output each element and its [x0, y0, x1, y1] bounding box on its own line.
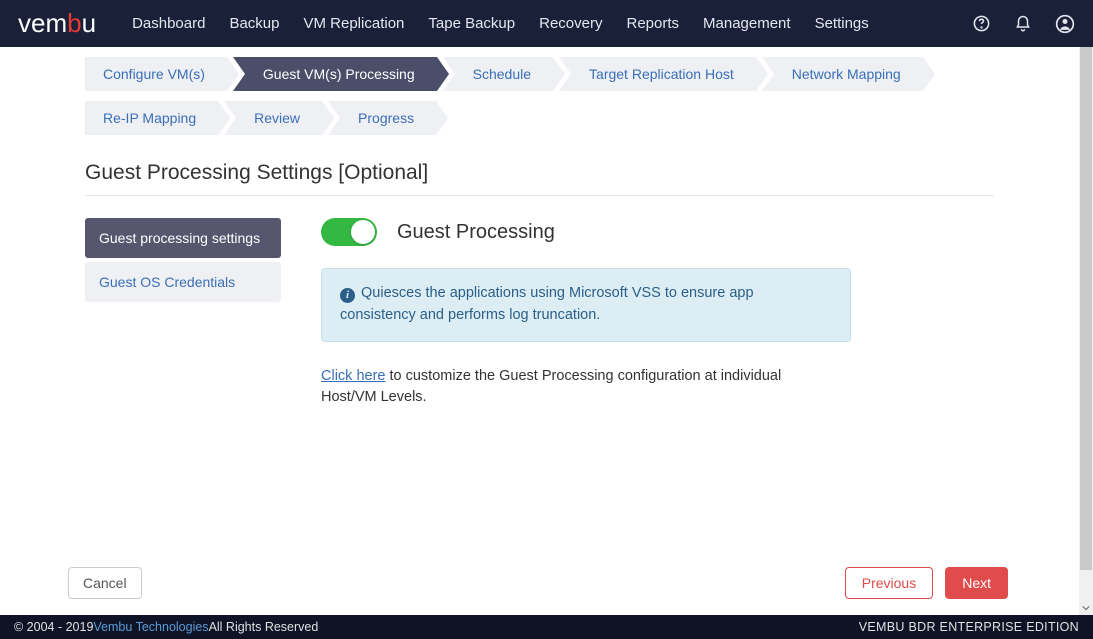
scrollbar-thumb[interactable] — [1080, 47, 1092, 570]
logo-text-2: u — [82, 8, 96, 38]
toggle-knob — [351, 220, 375, 244]
info-box: i Quiesces the applications using Micros… — [321, 268, 851, 342]
guest-processing-toggle[interactable] — [321, 218, 377, 246]
footer: © 2004 - 2019 Vembu Technologies All Rig… — [0, 615, 1093, 639]
step-network-mapping[interactable]: Network Mapping — [762, 57, 923, 91]
scroll-down-icon[interactable] — [1079, 601, 1093, 615]
side-tab-guest-processing-settings[interactable]: Guest processing settings — [85, 218, 281, 258]
main-column: Guest Processing i Quiesces the applicat… — [321, 218, 994, 409]
step-review[interactable]: Review — [224, 101, 322, 135]
bell-icon[interactable] — [1013, 14, 1033, 34]
user-icon[interactable] — [1055, 14, 1075, 34]
nav-reports[interactable]: Reports — [614, 0, 691, 47]
step-target-replication-host[interactable]: Target Replication Host — [559, 57, 756, 91]
customize-rest: to customize the Guest Processing config… — [321, 368, 781, 406]
top-navbar: vembu Dashboard Backup VM Replication Ta… — [0, 0, 1093, 47]
step-progress[interactable]: Progress — [328, 101, 436, 135]
logo-text-1: vem — [18, 8, 67, 38]
step-re-ip-mapping[interactable]: Re-IP Mapping — [85, 101, 218, 135]
footer-copyright-prefix: © 2004 - 2019 — [14, 620, 93, 634]
footer-copyright-suffix: All Rights Reserved — [209, 620, 319, 634]
scrollbar-track[interactable] — [1079, 47, 1093, 615]
button-bar: Cancel Previous Next — [68, 567, 1008, 599]
page-title: Guest Processing Settings [Optional] — [85, 153, 994, 196]
nav-items: Dashboard Backup VM Replication Tape Bac… — [120, 0, 881, 47]
nav-backup[interactable]: Backup — [217, 0, 291, 47]
side-tabs: Guest processing settings Guest OS Crede… — [85, 218, 281, 409]
step-configure-vms[interactable]: Configure VM(s) — [85, 57, 227, 91]
step-guest-vms-processing[interactable]: Guest VM(s) Processing — [233, 57, 437, 91]
step-schedule[interactable]: Schedule — [443, 57, 553, 91]
content-row: Guest processing settings Guest OS Crede… — [85, 218, 994, 409]
wizard-container: Configure VM(s) Guest VM(s) Processing S… — [0, 47, 1079, 409]
page-body: Configure VM(s) Guest VM(s) Processing S… — [0, 47, 1093, 615]
guest-processing-title: Guest Processing — [397, 221, 555, 244]
side-tab-guest-os-credentials[interactable]: Guest OS Credentials — [85, 262, 281, 302]
nav-right — [971, 14, 1075, 34]
wizard-steps: Configure VM(s) Guest VM(s) Processing S… — [85, 57, 994, 145]
logo[interactable]: vembu — [18, 8, 96, 39]
nav-settings[interactable]: Settings — [803, 0, 881, 47]
nav-vm-replication[interactable]: VM Replication — [292, 0, 417, 47]
previous-button[interactable]: Previous — [845, 567, 933, 599]
footer-edition: VEMBU BDR ENTERPRISE EDITION — [859, 620, 1079, 634]
customize-link[interactable]: Click here — [321, 368, 385, 384]
footer-company-link[interactable]: Vembu Technologies — [93, 620, 208, 634]
nav-management[interactable]: Management — [691, 0, 803, 47]
nav-recovery[interactable]: Recovery — [527, 0, 614, 47]
info-icon: i — [340, 288, 355, 303]
info-text: Quiesces the applications using Microsof… — [340, 285, 754, 323]
nav-tape-backup[interactable]: Tape Backup — [416, 0, 527, 47]
nav-dashboard[interactable]: Dashboard — [120, 0, 217, 47]
customize-text: Click here to customize the Guest Proces… — [321, 366, 821, 410]
cancel-button[interactable]: Cancel — [68, 567, 142, 599]
logo-accent: b — [67, 8, 81, 38]
help-icon[interactable] — [971, 14, 991, 34]
guest-processing-header: Guest Processing — [321, 218, 994, 246]
next-button[interactable]: Next — [945, 567, 1008, 599]
